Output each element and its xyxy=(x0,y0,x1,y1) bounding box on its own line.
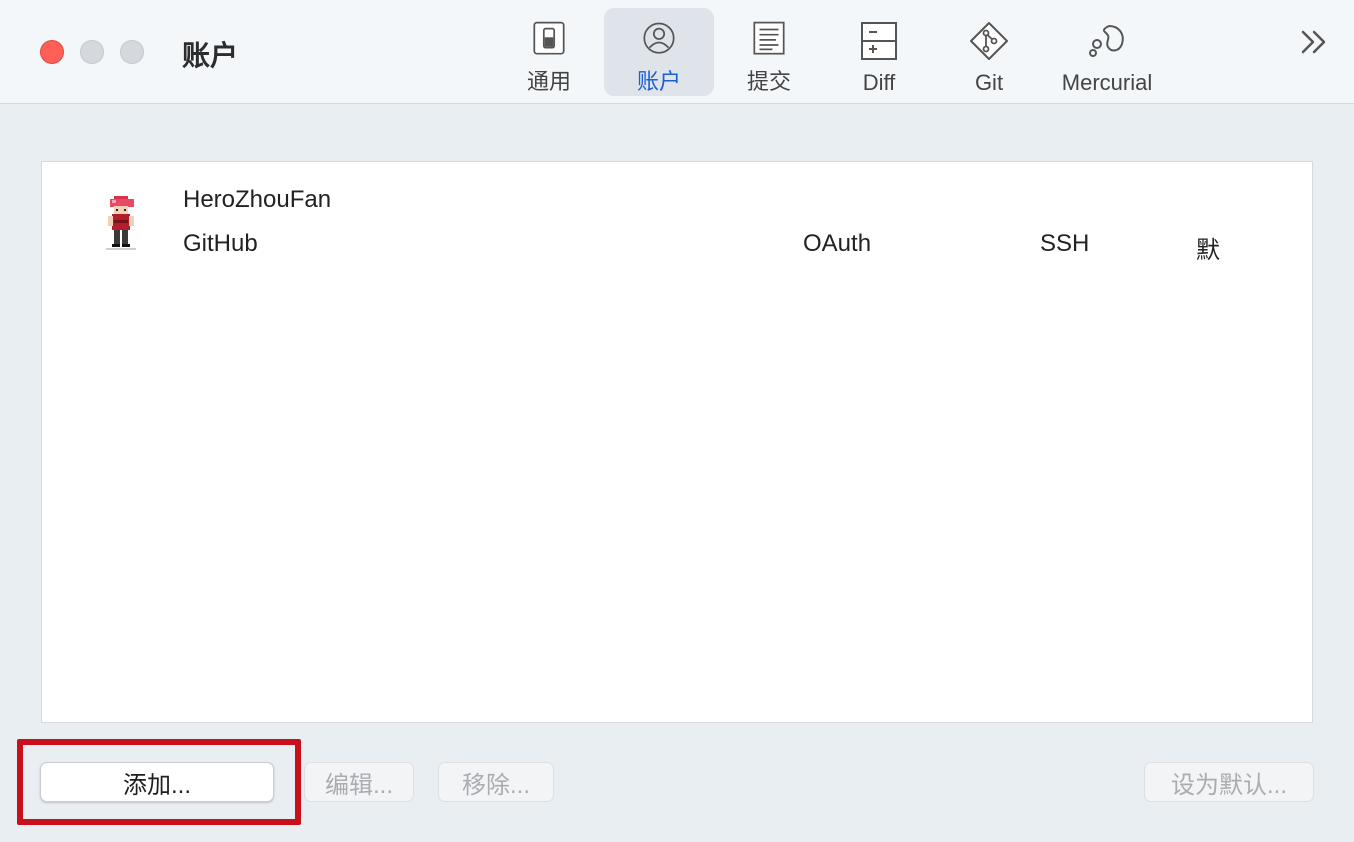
tab-mercurial-label: Mercurial xyxy=(1061,70,1153,95)
tab-commit[interactable]: 提交 xyxy=(714,8,824,96)
tab-commit-label: 提交 xyxy=(746,69,791,94)
account-default-flag: 默 xyxy=(1196,237,1220,264)
remove-account-button[interactable]: 移除... xyxy=(438,762,554,802)
tab-diff[interactable]: Diff xyxy=(824,8,934,96)
account-person-icon xyxy=(643,22,675,54)
edit-account-button[interactable]: 编辑... xyxy=(304,762,414,802)
tab-accounts-label: 账户 xyxy=(636,69,681,94)
accounts-list[interactable]: HeroZhouFan GitHub OAuth SSH 默 xyxy=(41,161,1313,723)
tab-general-label: 通用 xyxy=(526,69,571,94)
commit-document-icon xyxy=(753,21,785,55)
account-protocol: SSH xyxy=(1040,230,1090,257)
diff-icon xyxy=(861,22,897,60)
minimize-window-button[interactable] xyxy=(80,40,104,64)
mercurial-icon xyxy=(1089,24,1124,57)
avatar xyxy=(106,196,136,250)
tab-general[interactable]: 通用 xyxy=(494,8,604,96)
tab-git[interactable]: Git xyxy=(934,8,1044,96)
chevron-double-right-icon[interactable] xyxy=(1298,28,1330,56)
preferences-window: 账户 通用 账户 提交 Diff Git Mercurial HeroZhouF… xyxy=(0,0,1354,842)
tab-accounts[interactable]: 账户 xyxy=(604,8,714,96)
add-account-button[interactable]: 添加... xyxy=(40,762,274,802)
account-row[interactable]: HeroZhouFan GitHub OAuth SSH 默 xyxy=(42,162,1312,272)
account-host: GitHub xyxy=(183,230,258,257)
git-diamond-icon xyxy=(970,22,1008,60)
tab-git-label: Git xyxy=(974,70,1004,95)
window-title: 账户 xyxy=(182,40,239,71)
tab-diff-label: Diff xyxy=(862,70,896,95)
tab-mercurial[interactable]: Mercurial xyxy=(1046,8,1168,96)
close-window-button[interactable] xyxy=(40,40,64,64)
zoom-window-button[interactable] xyxy=(120,40,144,64)
set-default-button[interactable]: 设为默认... xyxy=(1144,762,1314,802)
general-switch-icon xyxy=(533,21,565,55)
account-username: HeroZhouFan xyxy=(183,186,332,213)
account-auth-type: OAuth xyxy=(803,230,872,257)
title-bar: 账户 通用 账户 提交 Diff Git Mercurial xyxy=(0,0,1354,104)
